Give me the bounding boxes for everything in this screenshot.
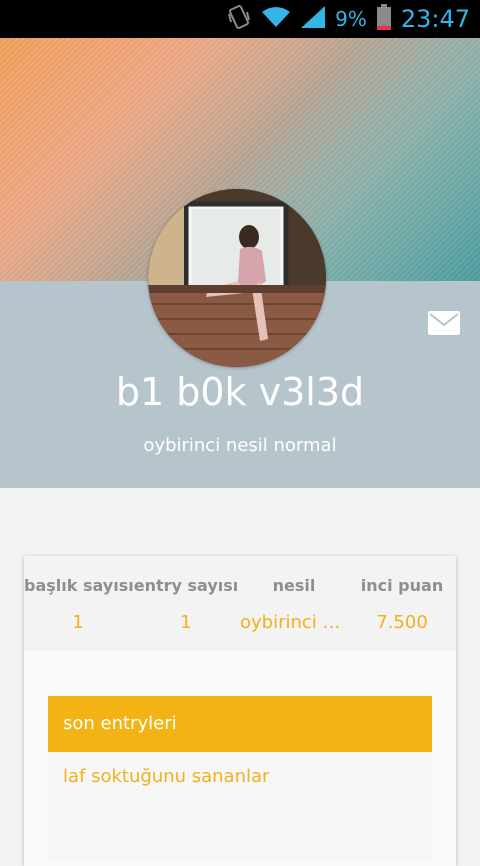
stat-label: inci puan bbox=[360, 576, 444, 595]
avatar-photo bbox=[148, 189, 326, 367]
stat-value: oybirinci nesil normal bbox=[240, 612, 348, 633]
stat-label: nesil bbox=[272, 576, 316, 595]
stat-value: 1 bbox=[180, 612, 192, 633]
battery-icon bbox=[376, 4, 391, 34]
tab-label: son entryleri bbox=[63, 713, 177, 734]
stat-label: entry sayısı bbox=[133, 576, 239, 595]
clock: 23:47 bbox=[400, 5, 470, 33]
stat-label: başlık sayısı bbox=[24, 576, 134, 595]
avatar[interactable] bbox=[148, 189, 326, 367]
stat-value: 1 bbox=[72, 612, 84, 633]
tab-son-entryleri[interactable]: son entryleri bbox=[48, 696, 432, 752]
status-bar: 9% 23:47 bbox=[0, 0, 480, 38]
mail-icon[interactable] bbox=[428, 311, 460, 335]
profile-subtitle: oybirinci nesil normal bbox=[143, 435, 337, 456]
profile-username: b1 b0k v3l3d bbox=[115, 370, 365, 414]
status-bar-right: 9% 23:47 bbox=[227, 0, 470, 38]
profile-card: başlık sayısı 1 entry sayısı 1 nesil oyb… bbox=[24, 556, 456, 866]
vibrate-icon bbox=[227, 4, 251, 34]
stat-value: 7.500 bbox=[376, 612, 428, 633]
wifi-icon bbox=[261, 6, 291, 32]
signal-icon bbox=[301, 6, 326, 32]
stats-row: başlık sayısı 1 entry sayısı 1 nesil oyb… bbox=[24, 556, 456, 651]
battery-percent: 9% bbox=[335, 7, 367, 31]
tab-laf-soktugunu-sananlar[interactable]: laf soktuğunu sananlar bbox=[48, 752, 432, 862]
tab-label: laf soktuğunu sananlar bbox=[63, 766, 270, 787]
